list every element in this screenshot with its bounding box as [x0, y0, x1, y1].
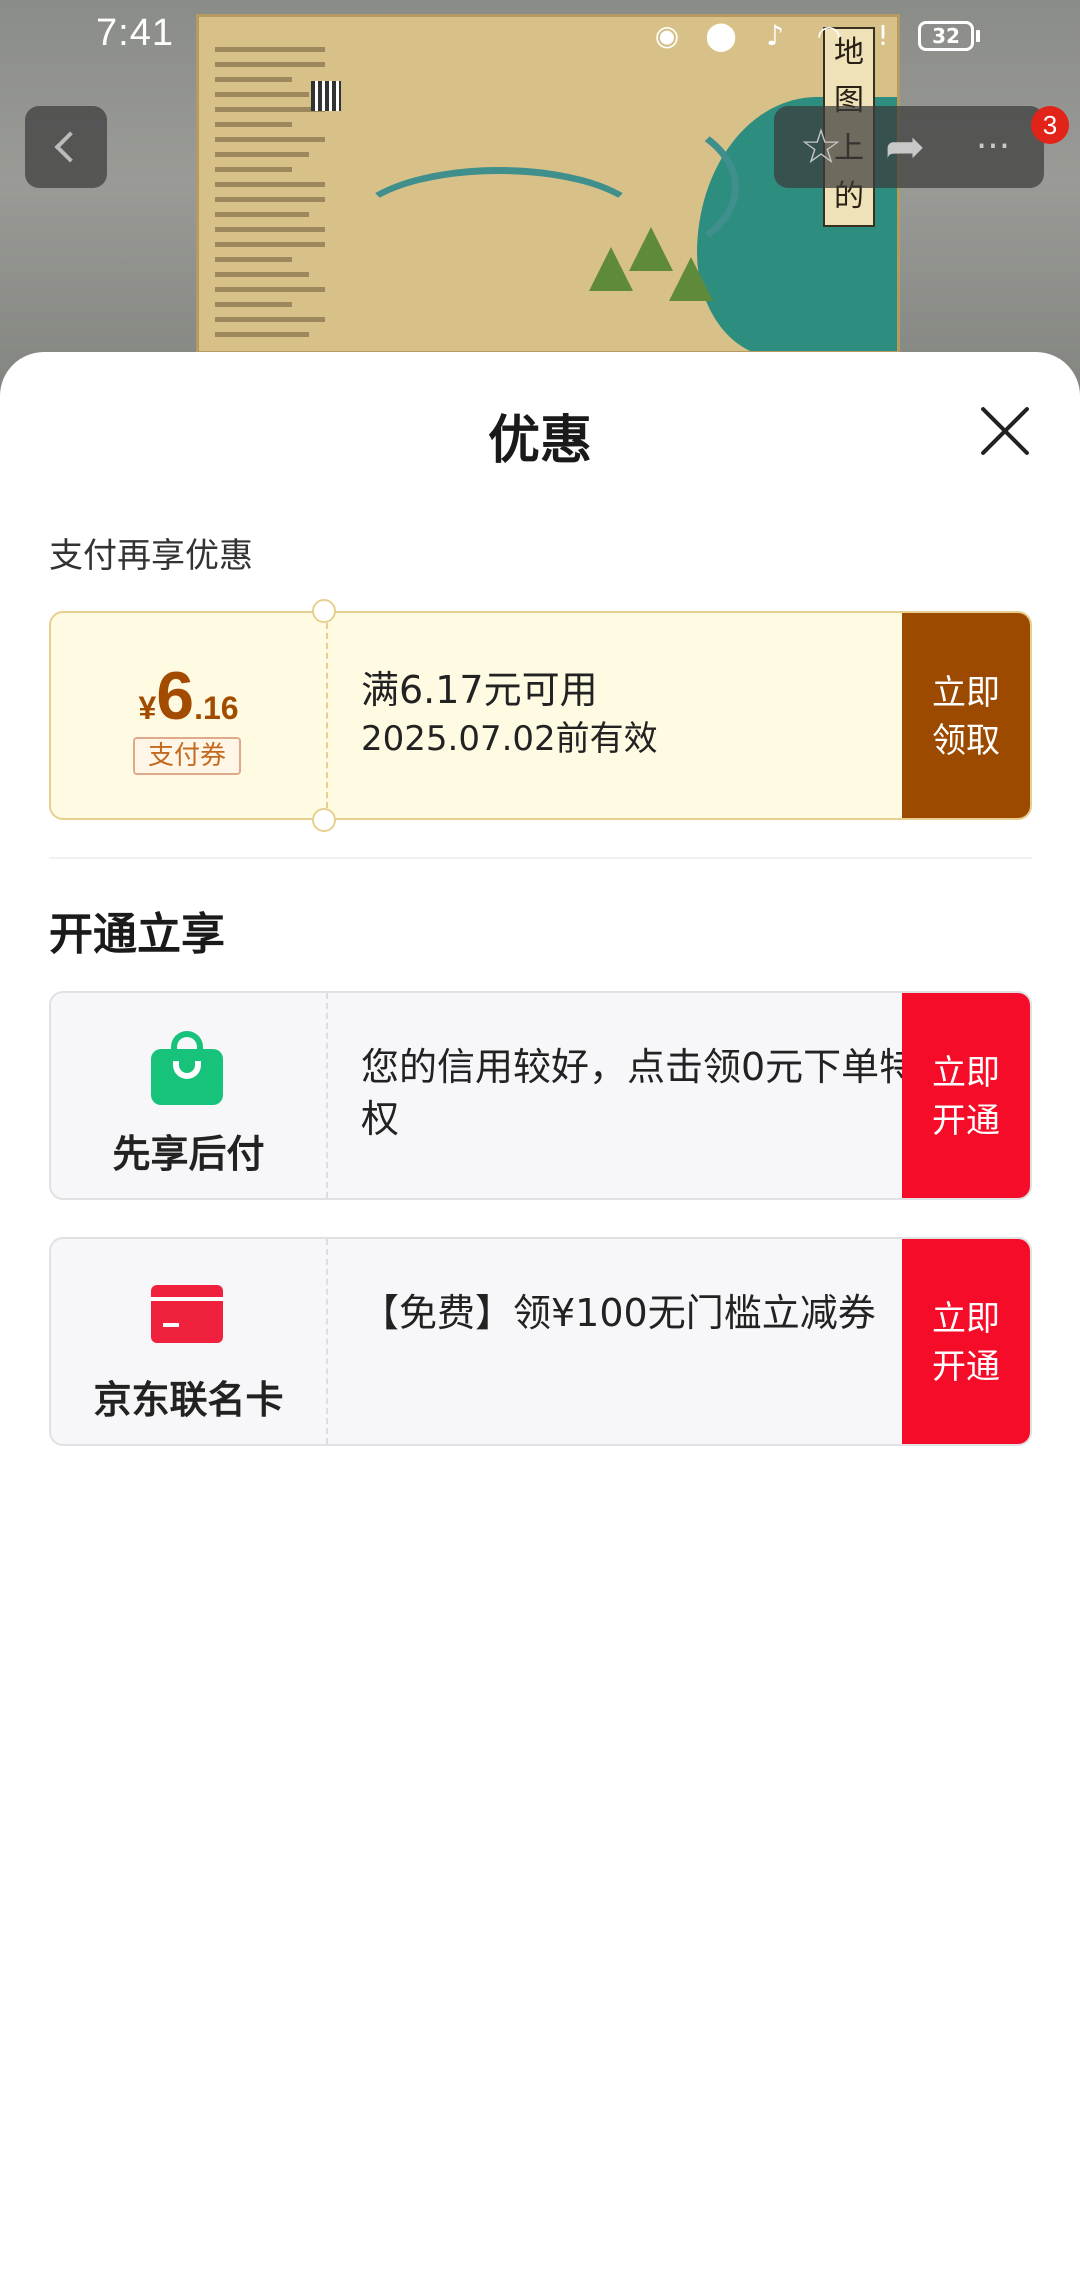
coupon-type-tag: 支付券 — [133, 737, 241, 775]
shopping-bag-icon — [151, 1031, 223, 1105]
offer-brand-area: 京东联名卡 — [51, 1239, 326, 1444]
coupon-currency: ¥ — [138, 690, 157, 726]
offer-brand-area: 先享后付 — [51, 993, 326, 1198]
bell-off-icon: ♪ — [766, 19, 784, 52]
offer-card-pay-later: 先享后付 您的信用较好，点击领0元下单特权 立即 开通 — [49, 991, 1032, 1200]
pay-section-label: 支付再享优惠 — [49, 536, 253, 576]
map-river — [479, 107, 739, 267]
share-icon[interactable]: ➦ — [876, 118, 934, 176]
eye-icon: ◉ — [654, 19, 680, 52]
coupon-value-area: ¥6.16 支付券 — [51, 613, 326, 818]
more-icon[interactable]: ··· — [964, 118, 1022, 176]
battery-level: 32 — [918, 21, 974, 51]
map-legend — [215, 37, 325, 351]
status-bar: 7:41 ◉ ⬤ ♪ ◠ ! 32 — [0, 0, 1080, 72]
map-mountain — [669, 257, 713, 301]
coupon-amount-dec: .16 — [194, 690, 239, 726]
alert-icon: ! — [877, 19, 889, 52]
offers-section-title: 开通立享 — [49, 909, 225, 960]
credit-card-icon — [151, 1285, 223, 1343]
coupon-amount-int: 6 — [156, 658, 195, 734]
offer-name: 先享后付 — [112, 1132, 265, 1176]
back-button[interactable] — [25, 106, 107, 188]
coupon-validity: 2025.07.02前有效 — [361, 719, 658, 759]
sheet-title: 优惠 — [487, 411, 592, 471]
clock: 7:41 — [96, 12, 174, 54]
location-icon: ⬤ — [705, 19, 737, 52]
qr-code — [311, 81, 341, 111]
coupon-divider — [326, 613, 328, 818]
coupon-amount: ¥6.16 — [51, 657, 326, 735]
wifi-icon: ◠ — [816, 19, 842, 52]
coupon-sheet: 优惠 支付再享优惠 ¥6.16 支付券 满6.17元可用 2025.07.02前… — [0, 352, 1080, 2280]
offer-divider — [326, 993, 328, 1198]
coupon-details: 满6.17元可用 2025.07.02前有效 — [361, 665, 658, 763]
coupon-notch — [312, 808, 336, 832]
activate-button[interactable]: 立即 开通 — [902, 1239, 1030, 1444]
offer-description: 您的信用较好，点击领0元下单特权 — [361, 1045, 918, 1141]
battery-icon: 32 — [918, 21, 980, 51]
claim-coupon-button[interactable]: 立即 领取 — [902, 613, 1030, 818]
coupon-condition: 满6.17元可用 — [361, 668, 598, 712]
coupon-notch — [312, 599, 336, 623]
section-divider — [49, 857, 1032, 859]
top-actions: ☆ ➦ ··· — [774, 106, 1044, 188]
offer-description: 【免费】领¥100无门槛立减券 — [361, 1291, 876, 1335]
offer-name: 京东联名卡 — [93, 1378, 284, 1422]
map-mountain — [589, 247, 633, 291]
offer-card-co-branded-card: 京东联名卡 【免费】领¥100无门槛立减券 立即 开通 — [49, 1237, 1032, 1446]
close-icon[interactable] — [976, 402, 1034, 460]
offer-divider — [326, 1239, 328, 1444]
favorite-star-icon[interactable]: ☆ — [792, 118, 850, 176]
map-mountain — [629, 227, 673, 271]
notification-badge: 3 — [1031, 106, 1069, 144]
activate-button[interactable]: 立即 开通 — [902, 993, 1030, 1198]
pay-coupon-card: ¥6.16 支付券 满6.17元可用 2025.07.02前有效 立即 领取 — [49, 611, 1032, 820]
